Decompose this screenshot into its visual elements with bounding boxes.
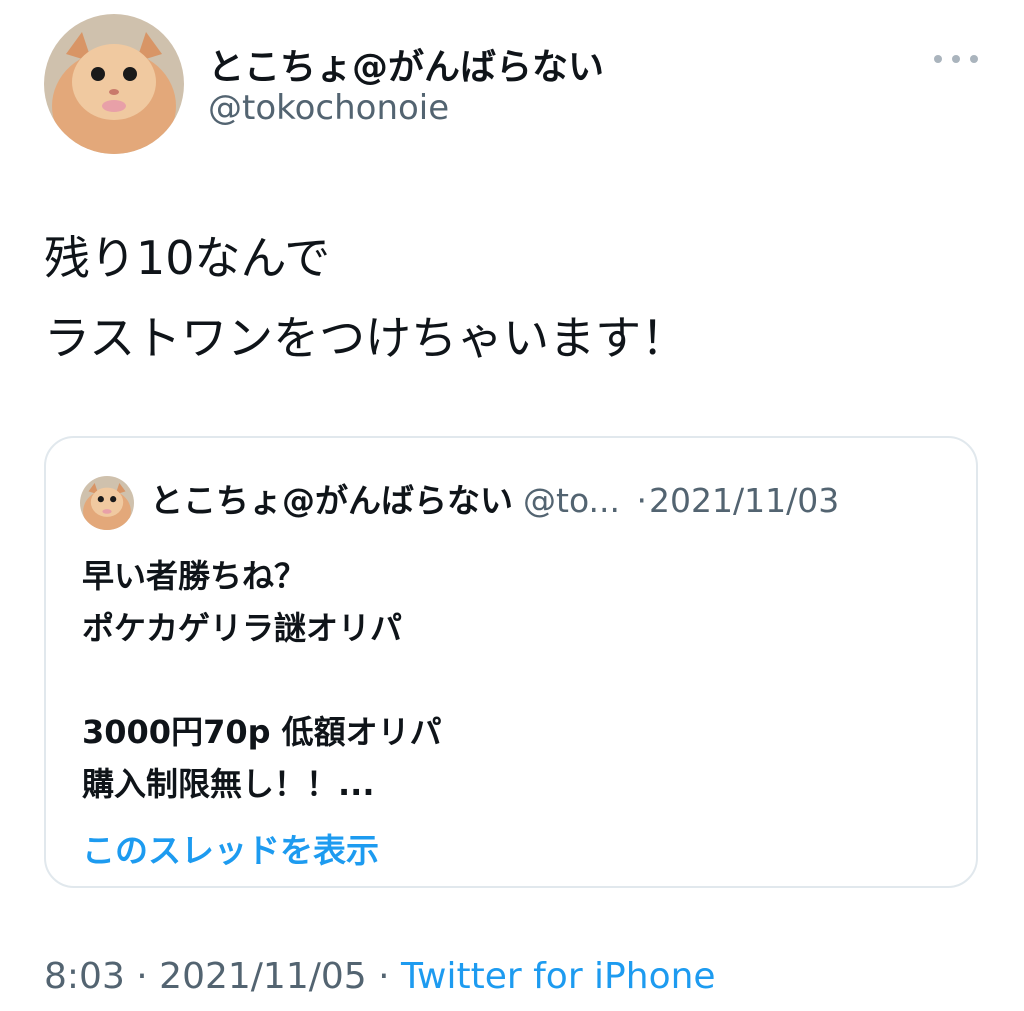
author-handle[interactable]: @tokochonoie	[208, 88, 449, 128]
quoted-line: 3000円70p 低額オリパ	[82, 713, 442, 751]
avatar-cat-image	[44, 14, 184, 154]
tweet-line: 残り10なんで	[44, 231, 331, 285]
avatar[interactable]	[44, 14, 184, 154]
source-link[interactable]: Twitter for iPhone	[401, 956, 716, 997]
quoted-tweet-card[interactable]: とこちょ@がんばらない @to... ·2021/11/03 早い者勝ちね？ ポケ…	[44, 436, 978, 888]
quoted-avatar	[80, 476, 134, 530]
tweet-footer: 8:03 · 2021/11/05 · Twitter for iPhone	[44, 956, 716, 997]
more-horizontal-icon[interactable]	[934, 44, 978, 74]
quoted-separator: ·	[636, 481, 648, 520]
author-display-name[interactable]: とこちょ@がんばらない	[208, 38, 604, 90]
tweet-text: 残り10なんで ラストワンをつけちゃいます！	[44, 218, 687, 378]
more-dot	[934, 55, 942, 63]
quoted-avatar-cat-image	[80, 476, 134, 530]
show-thread-link[interactable]: このスレッドを表示	[82, 824, 379, 872]
quoted-line: 早い者勝ちね？	[82, 557, 307, 595]
quoted-header: とこちょ@がんばらない @to... ·2021/11/03	[150, 478, 839, 524]
more-dot	[952, 55, 960, 63]
quoted-text: 早い者勝ちね？ ポケカゲリラ謎オリパ 3000円70p 低額オリパ 購入制限無し…	[82, 550, 442, 810]
more-dot	[970, 55, 978, 63]
quoted-display-name: とこちょ@がんばらない	[150, 481, 513, 520]
tweet-line: ラストワンをつけちゃいます！	[44, 311, 688, 365]
quoted-line	[82, 654, 442, 706]
quoted-handle: @to...	[523, 481, 621, 520]
quoted-line: ポケカゲリラ謎オリパ	[82, 609, 403, 647]
quoted-date: 2021/11/03	[649, 481, 840, 520]
quoted-line: 購入制限無し！！...	[82, 765, 375, 803]
timestamp[interactable]: 8:03 · 2021/11/05 ·	[44, 956, 390, 997]
